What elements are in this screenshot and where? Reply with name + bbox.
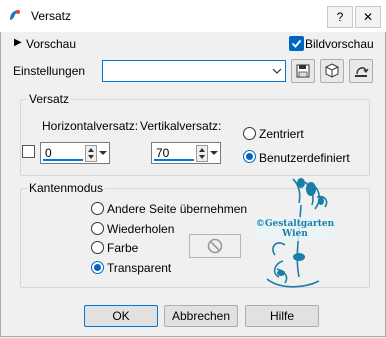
reset-button[interactable] bbox=[349, 59, 373, 83]
radio-transparent[interactable] bbox=[91, 261, 104, 274]
watermark: ©Gestaltgarten Wien bbox=[255, 177, 335, 297]
radio-transparent-label: Transparent bbox=[107, 261, 172, 275]
vertical-offset-value: 70 bbox=[156, 146, 170, 160]
spin-updown-icon[interactable] bbox=[85, 145, 97, 162]
radio-custom[interactable] bbox=[243, 150, 256, 163]
chevron-down-icon[interactable] bbox=[272, 67, 282, 75]
radio-custom-label: Benutzerdefiniert bbox=[259, 151, 350, 165]
horizontal-offset-spinner[interactable]: 0 bbox=[40, 142, 110, 164]
save-preset-button[interactable] bbox=[291, 59, 315, 83]
spin-updown-icon[interactable] bbox=[196, 145, 208, 162]
reset-icon bbox=[355, 67, 369, 77]
settings-combo[interactable] bbox=[102, 60, 286, 82]
dropdown-arrow-icon[interactable] bbox=[209, 145, 219, 160]
help-title-button[interactable]: ? bbox=[327, 6, 353, 28]
settings-label: Einstellungen bbox=[13, 64, 86, 78]
image-preview-label: Bildvorschau bbox=[305, 37, 374, 51]
save-icon bbox=[296, 64, 310, 78]
color-swatch-button[interactable] bbox=[189, 234, 241, 258]
radio-wrap-label: Andere Seite übernehmen bbox=[107, 202, 248, 216]
horizontal-offset-value: 0 bbox=[45, 146, 52, 160]
app-icon bbox=[8, 8, 22, 22]
watermark-line2: Wien bbox=[282, 229, 308, 239]
offset-group-legend: Versatz bbox=[27, 92, 72, 106]
help-button[interactable]: Hilfe bbox=[245, 305, 319, 327]
manage-presets-button[interactable] bbox=[320, 59, 344, 83]
dropdown-arrow-icon[interactable] bbox=[98, 145, 108, 160]
expand-arrow-icon[interactable]: ▶ bbox=[14, 37, 22, 48]
close-icon: ✕ bbox=[362, 10, 374, 24]
vertical-offset-spinner[interactable]: 70 bbox=[151, 142, 221, 164]
edge-mode-legend: Kantenmodus bbox=[27, 181, 106, 195]
image-preview-checkbox[interactable] bbox=[289, 36, 304, 51]
radio-wrap[interactable] bbox=[91, 202, 104, 215]
cube-icon bbox=[325, 63, 339, 78]
radio-centered[interactable] bbox=[243, 127, 256, 140]
window-title: Versatz bbox=[31, 9, 72, 23]
horizontal-offset-label: Horizontalversatz: bbox=[42, 119, 139, 133]
preview-toggle[interactable]: Vorschau bbox=[26, 37, 76, 51]
close-title-button[interactable]: ✕ bbox=[355, 6, 381, 28]
cancel-button[interactable]: Abbrechen bbox=[164, 305, 238, 327]
vertical-offset-label: Vertikalversatz: bbox=[140, 119, 222, 133]
radio-repeat-label: Wiederholen bbox=[107, 222, 175, 236]
no-color-icon bbox=[207, 238, 223, 254]
check-icon bbox=[291, 39, 302, 48]
radio-centered-label: Zentriert bbox=[259, 127, 304, 141]
radio-repeat[interactable] bbox=[91, 222, 104, 235]
ok-button[interactable]: OK bbox=[84, 305, 158, 327]
link-offset-checkbox[interactable] bbox=[22, 145, 35, 158]
radio-color-label: Farbe bbox=[107, 241, 139, 255]
watermark-line1: ©Gestaltgarten bbox=[255, 219, 335, 229]
radio-color[interactable] bbox=[91, 241, 104, 254]
